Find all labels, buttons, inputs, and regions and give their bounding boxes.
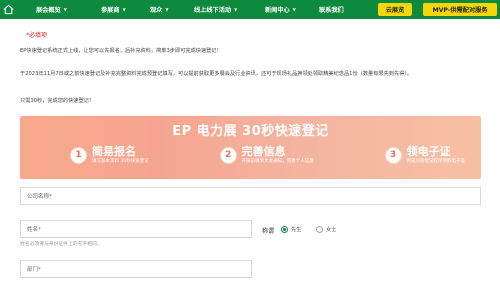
intro-line-1: EP快速登记系统正式上线，让您可以先报名，后补充资料，简单3步即可完成快速登记！ (20, 48, 222, 54)
step-number: 1 (70, 146, 87, 164)
radio-label: 先生 (291, 227, 302, 233)
step-desc: 开展前收到大会通知，完善个人信息 (241, 158, 314, 164)
nav-item-contact[interactable]: 联系我们 (319, 5, 344, 14)
registration-banner: EP 电力展 30秒快速登记 1 简易报名 填写基本资料 30秒快速登记 2 完… (20, 116, 481, 179)
radio-label: 女士 (326, 227, 337, 233)
banner-steps: 1 简易报名 填写基本资料 30秒快速登记 2 完善信息 开展前收到大会通知，完… (70, 141, 465, 169)
nav-label: 联系我们 (319, 7, 344, 14)
chevron-down-icon: ▼ (234, 7, 238, 12)
department-select[interactable]: 部门* (20, 260, 252, 278)
step-desc: 填写基本资料 30秒快速登记 (92, 158, 149, 164)
chevron-down-icon: ▼ (165, 7, 169, 12)
step-2: 2 完善信息 开展前收到大会通知，完善个人信息 (219, 141, 314, 169)
nav-item-events[interactable]: 线上线下活动 ▼ (194, 5, 237, 14)
nav-item-visitors[interactable]: 观众 ▼ (150, 5, 168, 14)
step-title: 领电子证 (406, 144, 451, 158)
required-note: *必填项 (26, 32, 48, 39)
nav-label: 观众 (150, 7, 163, 14)
radio-selected-icon (281, 226, 288, 233)
mvp-matching-button[interactable]: MVP-供需配对服务 (423, 3, 497, 16)
name-hint: 姓名必须要与身份证件上的名字相同。 (20, 242, 102, 247)
nav-label: 线上线下活动 (194, 7, 232, 14)
step-desc: 完成问卷登记程序领取电子证 (406, 158, 466, 164)
step-3: 3 领电子证 完成问卷登记程序领取电子证 (384, 141, 466, 169)
step-number: 2 (219, 146, 237, 164)
nav-label: 参展商 (101, 7, 120, 14)
chevron-down-icon: ▼ (122, 7, 126, 12)
company-name-field[interactable]: 公司名称* (20, 187, 481, 205)
title-option-mr[interactable]: 先生 (281, 226, 301, 233)
chevron-down-icon: ▼ (63, 7, 67, 12)
nav-item-exhibitors[interactable]: 参展商 ▼ (101, 5, 126, 14)
home-icon[interactable] (3, 4, 14, 15)
top-navbar: 展会概览 ▼ 参展商 ▼ 观众 ▼ 线上线下活动 ▼ 新闻中心 ▼ 联系我们 云展览 MV… (0, 0, 500, 19)
banner-title: EP 电力展 30秒快速登记 (172, 124, 329, 139)
cloud-exhibition-button[interactable]: 云展览 (378, 3, 412, 16)
nav-item-news[interactable]: 新闻中心 ▼ (265, 5, 296, 14)
title-option-ms[interactable]: 女士 (316, 226, 336, 233)
step-1: 1 简易报名 填写基本资料 30秒快速登记 (70, 141, 149, 169)
name-field[interactable]: 姓名* (20, 220, 252, 238)
step-title: 完善信息 (241, 144, 286, 158)
title-label: 称谓 (262, 228, 275, 235)
chevron-down-icon: ▼ (292, 7, 296, 12)
nav-label: 展会概览 (36, 7, 61, 14)
intro-line-3: 只需30秒，完成您的快速登记！ (20, 98, 95, 104)
radio-icon (316, 226, 323, 233)
step-number: 3 (384, 146, 402, 164)
nav-label: 新闻中心 (265, 7, 290, 14)
nav-item-overview[interactable]: 展会概览 ▼ (36, 5, 67, 14)
step-title: 简易报名 (92, 144, 136, 158)
intro-line-2: 于2023年11月7日或之前快速登记及补充完整资料完成预登记填写，可以提前获取更… (20, 71, 413, 77)
